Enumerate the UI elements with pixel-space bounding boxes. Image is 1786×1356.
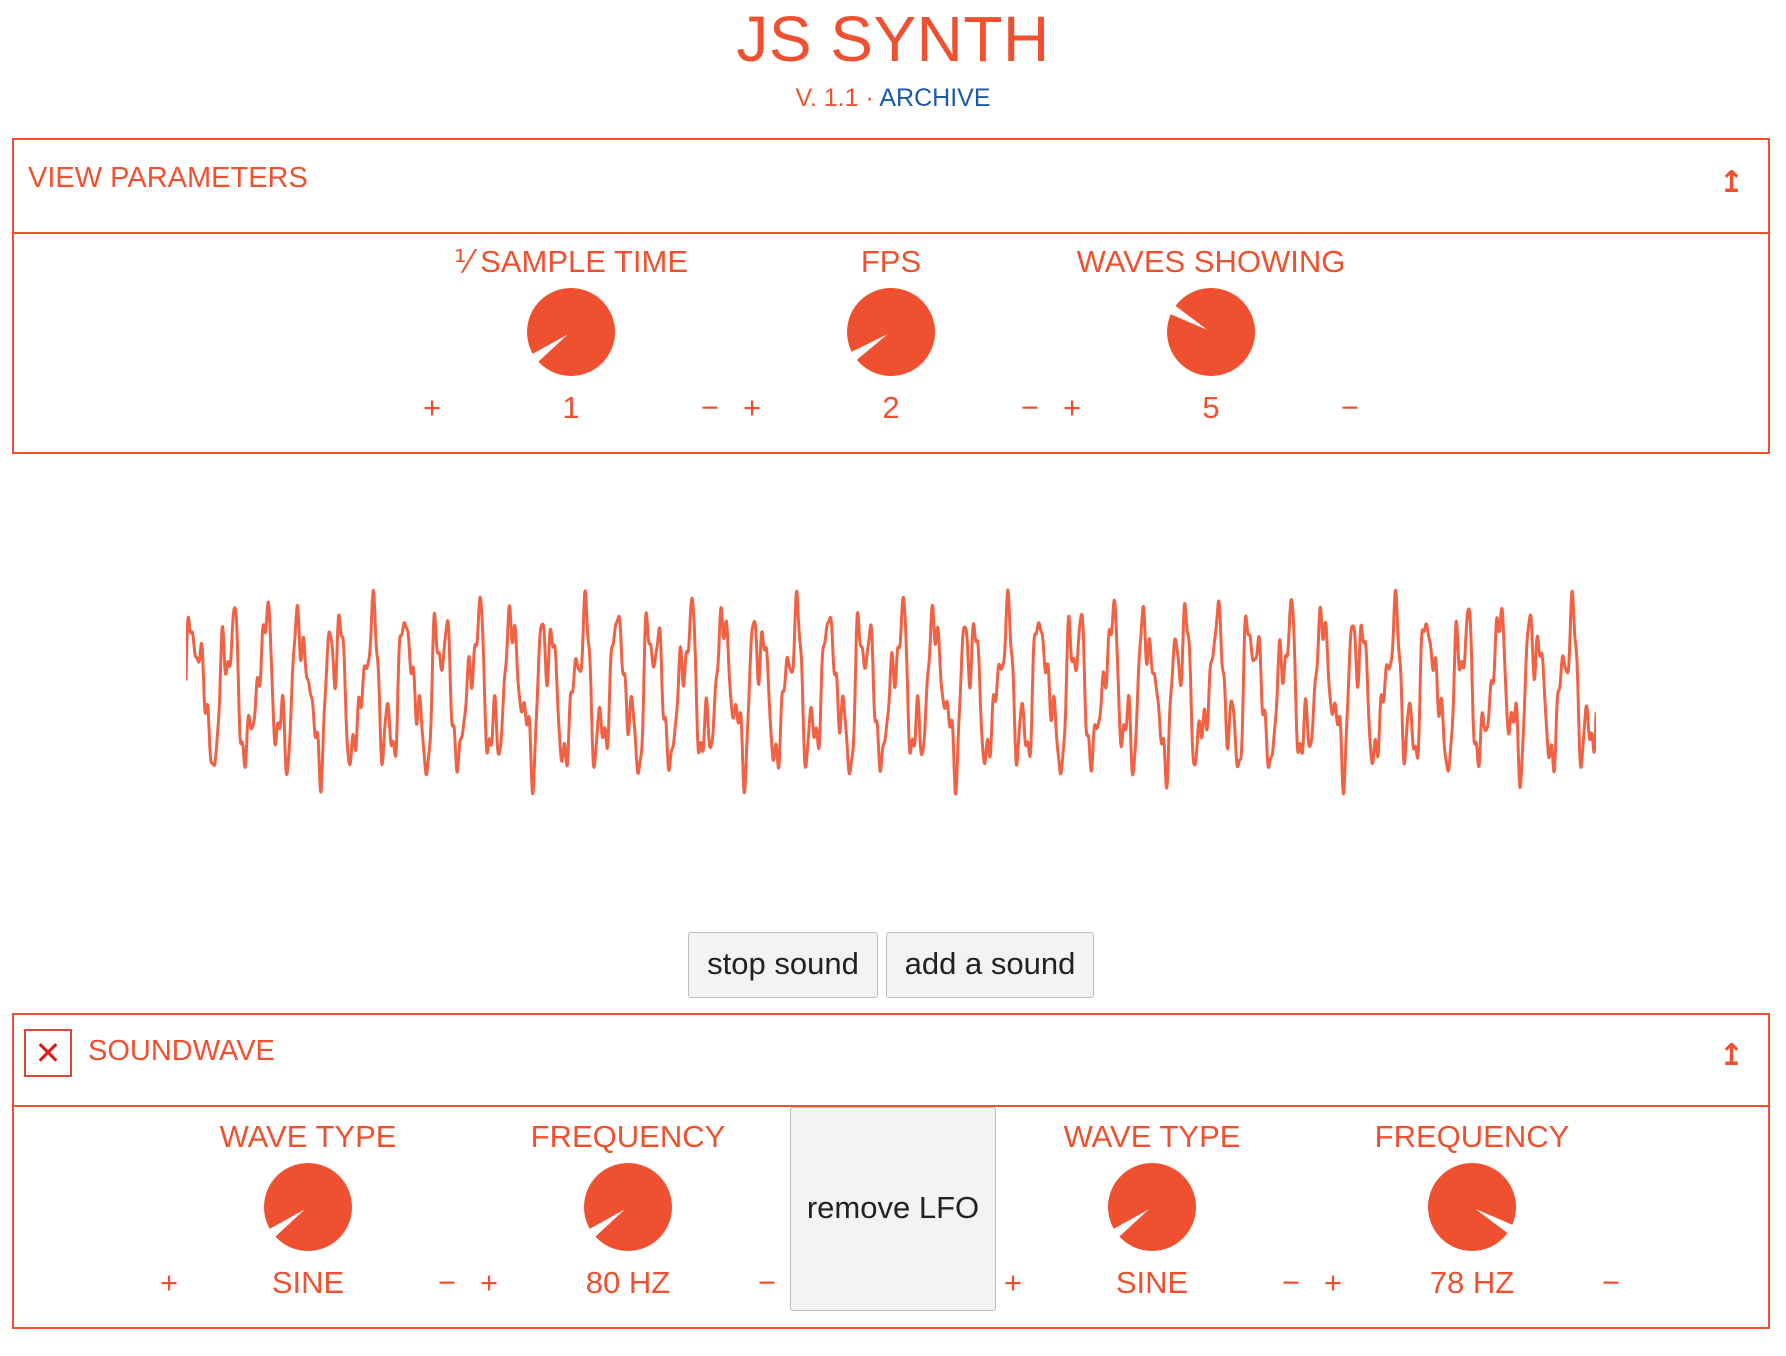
- knob[interactable]: [264, 1163, 352, 1251]
- decrement-button[interactable]: −: [701, 390, 719, 426]
- param-value: 5: [1202, 390, 1220, 425]
- knob[interactable]: [527, 288, 615, 376]
- collapse-icon[interactable]: ↥: [1719, 168, 1744, 198]
- param-label: WAVES SHOWING: [1076, 244, 1346, 279]
- collapse-icon[interactable]: ↥: [1719, 1041, 1744, 1071]
- param-label: FREQUENCY: [530, 1119, 726, 1154]
- separator: ·: [865, 84, 874, 112]
- view-parameters-header[interactable]: VIEW PARAMETERS ↥: [14, 140, 1768, 234]
- decrement-button[interactable]: −: [1021, 390, 1039, 426]
- soundwave-panel: ✕ SOUNDWAVE ↥ WAVE TYPE + SINE − FREQUEN…: [12, 1013, 1770, 1329]
- close-icon[interactable]: ✕: [24, 1029, 72, 1077]
- knob[interactable]: [847, 288, 935, 376]
- remove-lfo-button[interactable]: remove LFO: [790, 1107, 996, 1311]
- param-lfo-wave-type: WAVE TYPE + SINE −: [1002, 1119, 1302, 1300]
- decrement-button[interactable]: −: [758, 1265, 776, 1301]
- soundwave-header[interactable]: ✕ SOUNDWAVE ↥: [14, 1015, 1768, 1107]
- param-value: 2: [882, 390, 900, 425]
- param-sample-time: ⅟ SAMPLE TIME + 1 −: [421, 244, 721, 425]
- knob-disc: [847, 288, 935, 376]
- app-subtitle: V. 1.1 · ARCHIVE: [0, 84, 1786, 113]
- param-value: SINE: [271, 1265, 345, 1300]
- waveform-display: [186, 588, 1596, 796]
- param-label: FPS: [860, 244, 922, 279]
- stop-sound-button[interactable]: stop sound: [688, 932, 878, 998]
- knob[interactable]: [1167, 288, 1255, 376]
- knob-disc: [584, 1163, 672, 1251]
- archive-link[interactable]: ARCHIVE: [879, 84, 990, 112]
- knob-disc: [1167, 288, 1255, 376]
- decrement-button[interactable]: −: [1282, 1265, 1300, 1301]
- param-wave-type: WAVE TYPE + SINE −: [158, 1119, 458, 1300]
- param-value: 80 HZ: [585, 1265, 671, 1300]
- knob[interactable]: [1108, 1163, 1196, 1251]
- param-value: 78 HZ: [1429, 1265, 1515, 1300]
- knob-disc: [1108, 1163, 1196, 1251]
- knob[interactable]: [1428, 1163, 1516, 1251]
- app-title: JS SYNTH: [736, 3, 1050, 75]
- param-label: WAVE TYPE: [219, 1119, 397, 1154]
- view-parameters-panel: VIEW PARAMETERS ↥ ⅟ SAMPLE TIME + 1 − FP…: [12, 138, 1770, 454]
- param-label: ⅟ SAMPLE TIME: [453, 244, 689, 279]
- panel-title: VIEW PARAMETERS: [28, 162, 308, 194]
- decrement-button[interactable]: −: [1602, 1265, 1620, 1301]
- panel-title: SOUNDWAVE: [88, 1035, 275, 1067]
- param-label: FREQUENCY: [1374, 1119, 1570, 1154]
- param-value: 1: [562, 390, 580, 425]
- knob-disc: [264, 1163, 352, 1251]
- param-value: SINE: [1115, 1265, 1189, 1300]
- decrement-button[interactable]: −: [1341, 390, 1359, 426]
- param-waves-showing: WAVES SHOWING + 5 −: [1061, 244, 1361, 425]
- decrement-button[interactable]: −: [438, 1265, 456, 1301]
- knob-disc: [527, 288, 615, 376]
- version-text: V. 1.1: [795, 84, 859, 112]
- knob-disc: [1428, 1163, 1516, 1251]
- param-fps: FPS + 2 −: [741, 244, 1041, 425]
- waveform-line: [186, 588, 1596, 796]
- param-label: WAVE TYPE: [1063, 1119, 1241, 1154]
- param-lfo-frequency: FREQUENCY + 78 HZ −: [1322, 1119, 1622, 1300]
- param-frequency: FREQUENCY + 80 HZ −: [478, 1119, 778, 1300]
- add-sound-button[interactable]: add a sound: [886, 932, 1094, 998]
- knob[interactable]: [584, 1163, 672, 1251]
